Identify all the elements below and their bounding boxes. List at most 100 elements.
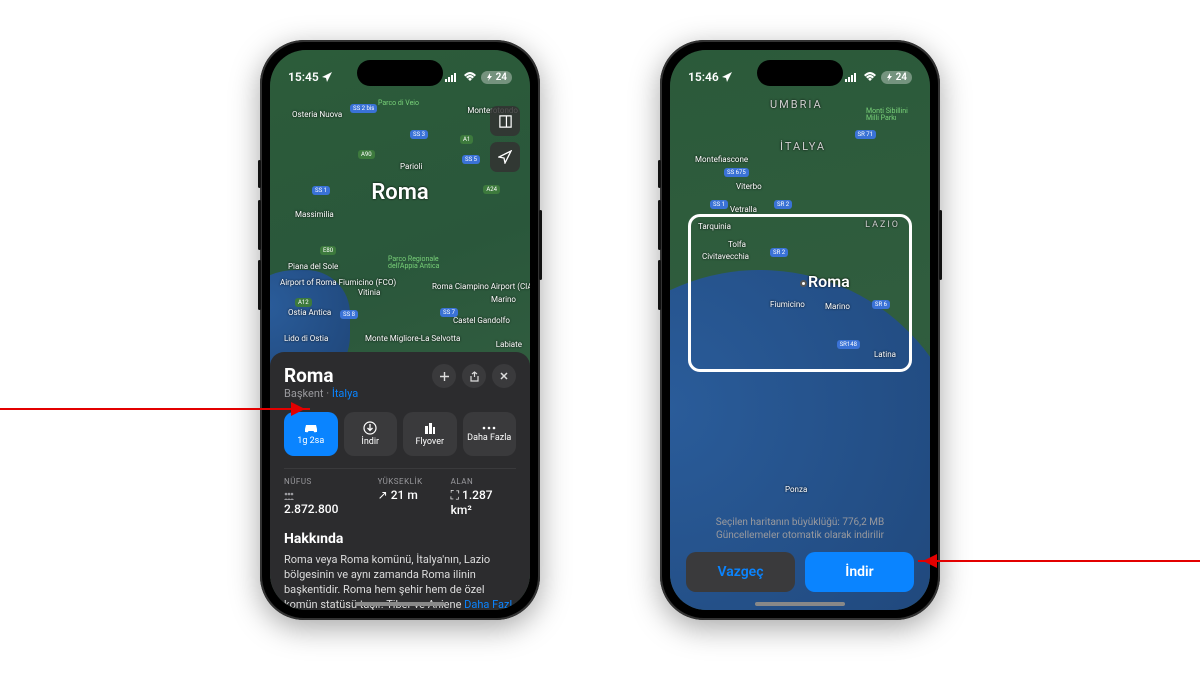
dynamic-island [357, 60, 443, 86]
stat-label: YÜKSEKLİK [378, 477, 423, 486]
map-label: Viterbo [736, 182, 762, 191]
map-label: Montefiascone [695, 155, 748, 164]
download-footer: Seçilen haritanın büyüklüğü: 776,2 MB Gü… [670, 506, 930, 610]
wifi-icon [863, 72, 877, 82]
screen-left: 15:45 24 Roma Osteria Nuova Monterotondo… [270, 50, 530, 610]
plus-icon [439, 371, 450, 382]
download-confirm-button[interactable]: İndir [805, 552, 914, 592]
status-time: 15:46 [688, 70, 719, 84]
map-layers-icon [498, 114, 513, 129]
download-selection-rect[interactable] [688, 214, 912, 372]
stat-elevation: YÜKSEKLİK ↗ 21 m [378, 477, 423, 517]
flyover-button[interactable]: Flyover [403, 412, 457, 456]
road-badge: A90 [358, 150, 375, 159]
road-badge: SR 71 [855, 130, 877, 139]
battery-percent: 24 [496, 72, 507, 83]
place-title: Roma [284, 364, 358, 387]
place-card[interactable]: Roma Başkent · İtalya 1g 2sa [270, 352, 530, 610]
callout-arrow-icon [918, 560, 1200, 562]
download-button[interactable]: İndir [344, 412, 398, 456]
map-label: Parco di Veio [378, 100, 419, 107]
about-title: Hakkında [284, 531, 516, 547]
map-label: Labiate [496, 340, 522, 349]
map-label: Monte Migliore-La Selvotta [365, 334, 460, 343]
stats-row: NÜFUS 2.872.800 YÜKSEKLİK ↗ 21 m ALAN ⛶ … [284, 468, 516, 517]
share-icon [469, 371, 480, 382]
road-badge: A24 [483, 185, 500, 194]
road-badge: E80 [320, 246, 336, 255]
map-label: Vitinia [358, 288, 380, 297]
callout-arrow-icon [0, 408, 310, 410]
download-label: İndir [361, 437, 379, 447]
cancel-button[interactable]: Vazgeç [686, 552, 795, 592]
people-icon [284, 492, 294, 500]
dynamic-island [757, 60, 843, 86]
road-badge: A12 [295, 298, 312, 307]
battery-bolt-icon [486, 73, 494, 81]
stat-area: ALAN ⛶ 1.287 km² [451, 477, 516, 517]
share-button[interactable] [462, 364, 486, 388]
map-locate-button[interactable] [490, 142, 520, 172]
map-label: Ponza [785, 485, 807, 494]
map-label: Ostia Antica [288, 308, 331, 317]
map-label: Airport of Roma Fiumicino (FCO) [280, 278, 396, 287]
download-updates-text: Güncellemeler otomatik olarak indirilir [686, 529, 914, 542]
close-button[interactable] [492, 364, 516, 388]
signal-icon [445, 72, 459, 82]
status-time: 15:45 [288, 70, 319, 84]
add-button[interactable] [432, 364, 456, 388]
road-badge: SS 1 [710, 200, 728, 209]
place-subtitle: Başkent · İtalya [284, 387, 358, 400]
road-badge: A1 [460, 135, 473, 144]
buildings-icon [423, 421, 437, 435]
download-size-text: Seçilen haritanın büyüklüğü: 776,2 MB [686, 516, 914, 529]
directions-button[interactable]: 1g 2sa [284, 412, 338, 456]
map-label: Parioli [400, 162, 422, 171]
place-subtitle-prefix: Başkent · [284, 387, 332, 400]
download-icon [363, 421, 377, 435]
road-badge: SS 5 [462, 155, 480, 164]
stat-population: NÜFUS 2.872.800 [284, 477, 350, 517]
action-row: 1g 2sa İndir Flyover Daha Fazla [284, 412, 516, 456]
road-badge: SS 1 [312, 186, 330, 195]
battery-bolt-icon [886, 73, 894, 81]
map-city-label: Roma [371, 180, 428, 205]
more-label: Daha Fazla [467, 433, 511, 443]
car-icon [303, 422, 319, 434]
map-label: Vetralla [730, 205, 757, 214]
map-label: Marino [491, 295, 516, 304]
ellipsis-icon [482, 425, 496, 431]
phone-left: 15:45 24 Roma Osteria Nuova Monterotondo… [260, 40, 540, 620]
stat-label: ALAN [451, 477, 516, 486]
road-badge: SS 2 bis [350, 104, 377, 113]
home-indicator[interactable] [355, 602, 445, 606]
place-country-link[interactable]: İtalya [332, 387, 358, 400]
map-browse-button[interactable] [490, 106, 520, 136]
road-badge: SS 3 [410, 130, 428, 139]
home-indicator[interactable] [755, 602, 845, 606]
location-arrow-icon [498, 150, 512, 164]
map-label: Lido di Ostia [284, 334, 328, 343]
map-label: Monti Sibillini Milli Parkı [866, 108, 918, 122]
map-label: Osteria Nuova [292, 110, 342, 119]
flyover-label: Flyover [415, 437, 444, 447]
map-label: Piana del Sole [288, 262, 338, 271]
road-badge: SS 7 [440, 308, 458, 317]
read-more-link[interactable]: Daha Fazl [464, 598, 512, 610]
map-label: Castel Gandolfo [453, 316, 510, 325]
map-label: Parco Regionale dell'Appia Antica [388, 256, 452, 270]
download-info: Seçilen haritanın büyüklüğü: 776,2 MB Gü… [686, 516, 914, 542]
road-badge: SR 2 [774, 200, 792, 209]
battery-percent: 24 [896, 72, 907, 83]
more-button[interactable]: Daha Fazla [463, 412, 517, 456]
close-icon [499, 371, 509, 381]
map-label: Massimilia [295, 210, 334, 219]
directions-label: 1g 2sa [297, 436, 324, 446]
wifi-icon [463, 72, 477, 82]
location-arrow-icon [322, 72, 332, 82]
stat-label: NÜFUS [284, 477, 350, 486]
signal-icon [845, 72, 859, 82]
phone-right: 15:46 24 UMBRIA İTALYA LAZIO Roma [660, 40, 940, 620]
road-badge: SS 8 [340, 310, 358, 319]
road-badge: SS 675 [724, 168, 749, 177]
